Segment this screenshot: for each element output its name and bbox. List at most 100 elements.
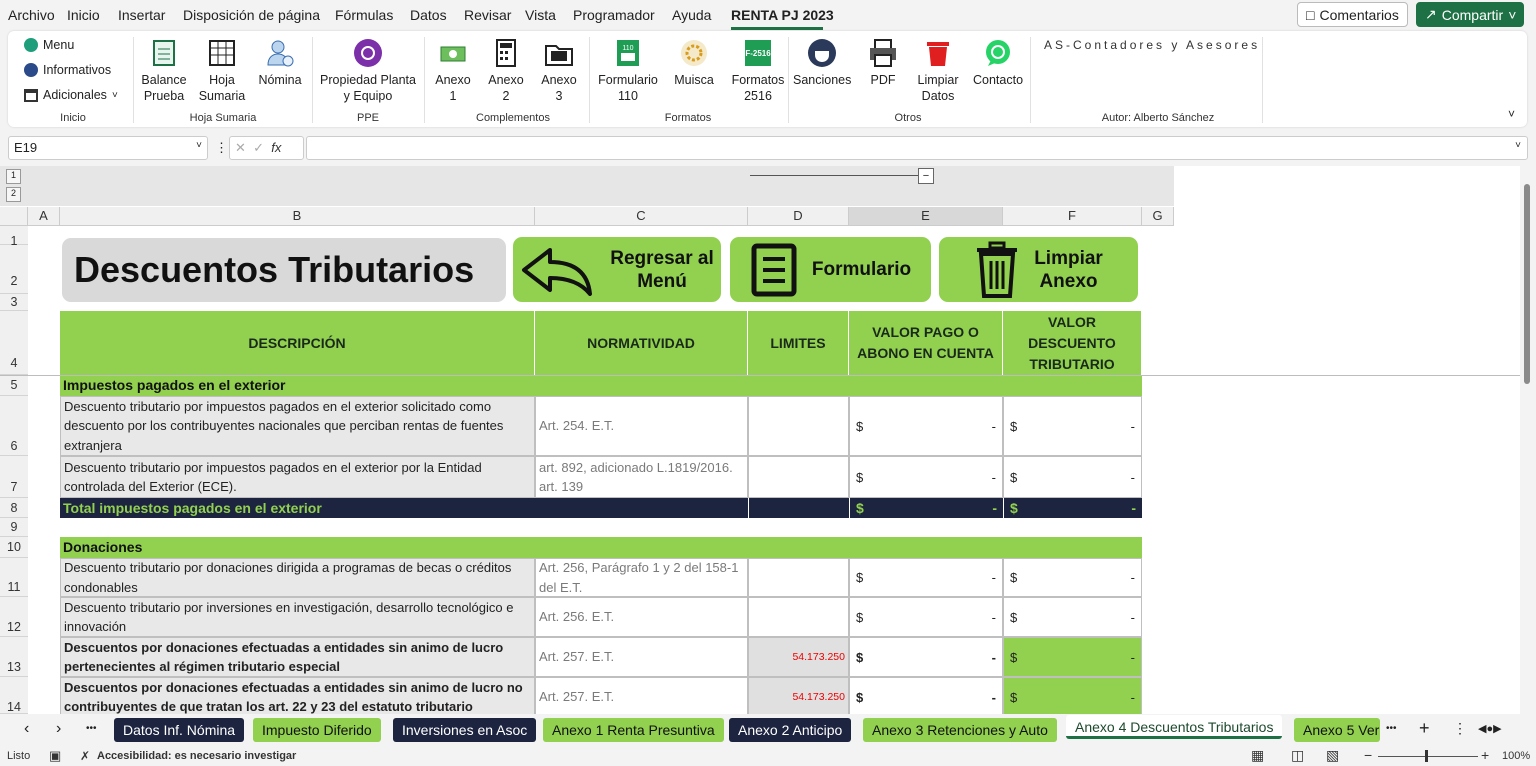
outline-level-1-button[interactable]: 1 <box>6 169 21 184</box>
balance-prueba-button[interactable]: Balance Prueba <box>140 37 188 104</box>
zoom-slider[interactable] <box>1378 756 1478 757</box>
row12-normatividad[interactable]: Art. 256. E.T. <box>535 597 748 637</box>
regresar-menu-button[interactable]: Regresar al Menú <box>513 237 721 302</box>
horizontal-scroll-icon[interactable]: ◀●▶ <box>1478 722 1502 735</box>
share-button[interactable]: ↗ Compartir ˅ <box>1416 2 1524 27</box>
menu-disposicion[interactable]: Disposición de página <box>183 7 320 23</box>
tab-anexo2[interactable]: Anexo 2 Anticipo <box>729 718 852 742</box>
row-header[interactable]: 6 <box>0 396 28 456</box>
row-header[interactable]: 5 <box>0 375 28 396</box>
row-header[interactable]: 8 <box>0 498 28 518</box>
outline-level-2-button[interactable]: 2 <box>6 187 21 202</box>
formulario-button[interactable]: Formulario <box>730 237 931 302</box>
row12-limite[interactable] <box>748 597 849 637</box>
propiedad-planta-button[interactable]: Propiedad Planta y Equipo <box>318 37 418 104</box>
function-icon[interactable]: fx <box>271 140 281 155</box>
row-header[interactable]: 1 <box>0 226 28 248</box>
limpiar-anexo-button[interactable]: Limpiar Anexo <box>939 237 1138 302</box>
row11-limite[interactable] <box>748 558 849 597</box>
zoom-out-button[interactable]: − <box>1364 747 1372 763</box>
tab-anexo3[interactable]: Anexo 3 Retenciones y Auto <box>863 718 1057 742</box>
name-box[interactable]: E19 ˅ <box>8 136 208 160</box>
row7-limite[interactable] <box>748 456 849 498</box>
row14-description[interactable]: Descuentos por donaciones efectuadas a e… <box>60 677 535 714</box>
row11-normatividad[interactable]: Art. 256, Parágrafo 1 y 2 del 158-1 del … <box>535 558 748 597</box>
row11-valor-pago[interactable]: $ - <box>849 558 1003 597</box>
row6-normatividad[interactable]: Art. 254. E.T. <box>535 396 748 456</box>
hoja-sumaria-button[interactable]: Hoja Sumaria <box>198 37 246 104</box>
row7-valor-descuento[interactable]: $ - <box>1003 456 1142 498</box>
row-header[interactable]: 11 <box>0 558 28 597</box>
row13-valor-pago[interactable]: $ - <box>849 637 1003 677</box>
formulario-110-button[interactable]: 110 Formulario 110 <box>595 37 661 104</box>
row-header[interactable]: 2 <box>0 245 28 294</box>
menu-formulas[interactable]: Fórmulas <box>335 7 393 23</box>
row14-valor-pago[interactable]: $ - <box>849 677 1003 714</box>
tab-inversiones-asoc[interactable]: Inversiones en Asoc <box>393 718 537 742</box>
cancel-icon[interactable]: ✕ <box>235 140 246 155</box>
accessibility-status[interactable]: Accesibilidad: es necesario investigar <box>97 750 296 762</box>
macro-record-icon[interactable]: ▣ <box>49 748 61 764</box>
row6-valor-pago[interactable]: $ - <box>849 396 1003 456</box>
scrollbar-thumb[interactable] <box>1524 184 1530 384</box>
tab-anexo4[interactable]: Anexo 4 Descuentos Tributarios <box>1066 715 1283 739</box>
row7-normatividad[interactable]: art. 892, adicionado L.1819/2016. art. 1… <box>535 456 748 498</box>
ribbon-expand-chevron-icon[interactable]: ˅ <box>1508 107 1515 121</box>
menu-archivo[interactable]: Archivo <box>8 7 55 23</box>
ribbon-informativos-button[interactable]: Informativos <box>24 63 111 77</box>
zoom-slider-thumb[interactable] <box>1425 750 1428 762</box>
row13-limite[interactable]: 54.173.250 <box>748 637 849 677</box>
row14-limite[interactable]: 54.173.250 <box>748 677 849 714</box>
column-header-f[interactable]: F <box>1003 207 1142 226</box>
row6-limite[interactable] <box>748 396 849 456</box>
tab-prev-button[interactable]: ‹ <box>24 720 29 738</box>
sheet-menu-button[interactable]: ⋮ <box>1453 720 1467 737</box>
confirm-icon[interactable]: ✓ <box>253 140 264 155</box>
sanciones-button[interactable]: Sanciones <box>793 37 851 88</box>
page-break-view-icon[interactable]: ▧ <box>1326 747 1339 764</box>
row-header[interactable]: 9 <box>0 518 28 537</box>
formula-input[interactable]: ˅ <box>306 136 1528 160</box>
menu-ayuda[interactable]: Ayuda <box>672 7 711 23</box>
row12-valor-pago[interactable]: $ - <box>849 597 1003 637</box>
row13-normatividad[interactable]: Art. 257. E.T. <box>535 637 748 677</box>
tab-anexo5[interactable]: Anexo 5 Ver <box>1294 718 1380 742</box>
normal-view-icon[interactable]: ▦ <box>1251 747 1264 764</box>
anexo1-button[interactable]: Anexo 1 <box>432 37 474 104</box>
row-header[interactable]: 12 <box>0 597 28 637</box>
row11-description[interactable]: Descuento tributario por donaciones diri… <box>60 558 535 597</box>
vertical-scrollbar[interactable] <box>1520 166 1536 714</box>
anexo3-button[interactable]: Anexo 3 <box>538 37 580 104</box>
formatos-2516-button[interactable]: F-2516 Formatos 2516 <box>724 37 792 104</box>
menu-renta-pj[interactable]: RENTA PJ 2023 <box>731 7 834 23</box>
column-header-c[interactable]: C <box>535 207 748 226</box>
tab-impuesto-diferido[interactable]: Impuesto Diferido <box>253 718 381 742</box>
column-header-b[interactable]: B <box>60 207 535 226</box>
column-header-e[interactable]: E <box>849 207 1003 226</box>
row12-valor-descuento[interactable]: $ - <box>1003 597 1142 637</box>
anexo2-button[interactable]: Anexo 2 <box>485 37 527 104</box>
row13-description[interactable]: Descuentos por donaciones efectuadas a e… <box>60 637 535 677</box>
tab-anexo1[interactable]: Anexo 1 Renta Presuntiva <box>543 718 724 742</box>
row-header[interactable]: 3 <box>0 294 28 311</box>
ribbon-adicionales-button[interactable]: Adicionales ˅ <box>24 88 118 102</box>
row6-description[interactable]: Descuento tributario por impuestos pagad… <box>60 396 535 456</box>
menu-revisar[interactable]: Revisar <box>464 7 511 23</box>
menu-inicio[interactable]: Inicio <box>67 7 100 23</box>
muisca-button[interactable]: Muisca <box>669 37 719 88</box>
row-header[interactable]: 10 <box>0 537 28 558</box>
column-header-a[interactable]: A <box>28 207 60 226</box>
collapse-group-button[interactable]: − <box>918 168 934 184</box>
tab-next-button[interactable]: › <box>56 720 61 738</box>
column-header-d[interactable]: D <box>748 207 849 226</box>
ribbon-menu-button[interactable]: Menu <box>24 38 74 52</box>
tab-more-button[interactable]: ••• <box>86 723 97 734</box>
add-sheet-button[interactable]: + <box>1419 718 1430 739</box>
row-header[interactable]: 7 <box>0 456 28 498</box>
row14-normatividad[interactable]: Art. 257. E.T. <box>535 677 748 714</box>
row13-valor-descuento[interactable]: $ - <box>1003 637 1142 677</box>
column-header-g[interactable]: G <box>1142 207 1174 226</box>
select-all-corner[interactable] <box>0 207 28 226</box>
menu-programador[interactable]: Programador <box>573 7 655 23</box>
tab-datos-inf-nomina[interactable]: Datos Inf. Nómina <box>114 718 245 742</box>
